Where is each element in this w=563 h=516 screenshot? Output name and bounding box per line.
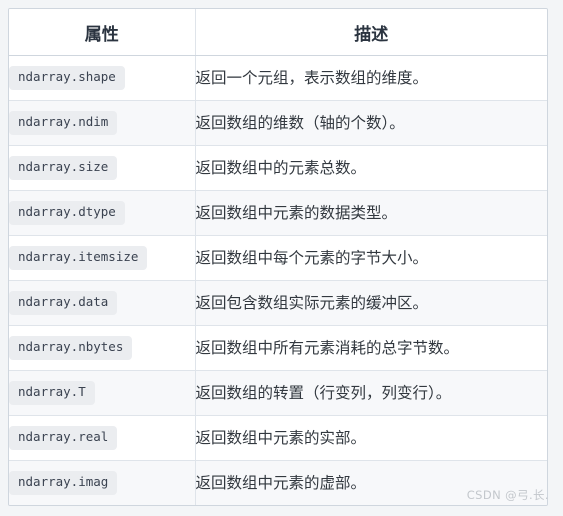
table-header-row: 属性 描述	[9, 9, 547, 56]
table-row: ndarray.dtype 返回数组中元素的数据类型。	[9, 190, 547, 236]
description-cell: 返回数组的维数（轴的个数）。	[195, 100, 547, 146]
code-chip: ndarray.nbytes	[9, 336, 133, 360]
description-cell: 返回数组中所有元素消耗的总字节数。	[195, 325, 547, 371]
code-chip: ndarray.ndim	[9, 111, 118, 135]
code-chip: ndarray.size	[9, 156, 118, 180]
code-chip: ndarray.dtype	[9, 201, 125, 225]
table-row: ndarray.shape 返回一个元组，表示数组的维度。	[9, 55, 547, 101]
table-row: ndarray.T 返回数组的转置（行变列，列变行）。	[9, 370, 547, 416]
description-cell: 返回数组中每个元素的字节大小。	[195, 235, 547, 281]
attribute-cell: ndarray.dtype	[9, 190, 196, 236]
attribute-cell: ndarray.itemsize	[9, 235, 196, 281]
attribute-cell: ndarray.size	[9, 145, 196, 191]
description-cell: 返回数组的转置（行变列，列变行）。	[195, 370, 547, 416]
column-header-description: 描述	[195, 9, 547, 56]
column-header-attribute: 属性	[9, 9, 196, 56]
code-chip: ndarray.shape	[9, 66, 125, 90]
description-cell: 返回数组中元素的虚部。	[195, 460, 547, 505]
table-row: ndarray.real 返回数组中元素的实部。	[9, 415, 547, 461]
attribute-cell: ndarray.real	[9, 415, 196, 461]
table-row: ndarray.ndim 返回数组的维数（轴的个数）。	[9, 100, 547, 146]
attribute-cell: ndarray.nbytes	[9, 325, 196, 371]
table-row: ndarray.nbytes 返回数组中所有元素消耗的总字节数。	[9, 325, 547, 371]
ndarray-attributes-table: 属性 描述 ndarray.shape 返回一个元组，表示数组的维度。 ndar…	[9, 9, 547, 505]
code-chip: ndarray.imag	[9, 471, 118, 495]
description-cell: 返回数组中的元素总数。	[195, 145, 547, 191]
attribute-cell: ndarray.T	[9, 370, 196, 416]
table-body: ndarray.shape 返回一个元组，表示数组的维度。 ndarray.nd…	[9, 55, 547, 505]
attribute-cell: ndarray.ndim	[9, 100, 196, 146]
description-cell: 返回一个元组，表示数组的维度。	[195, 55, 547, 101]
table-row: ndarray.imag 返回数组中元素的虚部。	[9, 460, 547, 505]
attribute-cell: ndarray.data	[9, 280, 196, 326]
attribute-cell: ndarray.imag	[9, 460, 196, 505]
table-row: ndarray.size 返回数组中的元素总数。	[9, 145, 547, 191]
code-chip: ndarray.itemsize	[9, 246, 148, 270]
table-row: ndarray.itemsize 返回数组中每个元素的字节大小。	[9, 235, 547, 281]
code-chip: ndarray.real	[9, 426, 118, 450]
attribute-cell: ndarray.shape	[9, 55, 196, 101]
description-cell: 返回包含数组实际元素的缓冲区。	[195, 280, 547, 326]
table-row: ndarray.data 返回包含数组实际元素的缓冲区。	[9, 280, 547, 326]
table-header: 属性 描述	[9, 9, 547, 56]
code-chip: ndarray.T	[9, 381, 95, 405]
ndarray-attributes-table-container: 属性 描述 ndarray.shape 返回一个元组，表示数组的维度。 ndar…	[8, 8, 548, 506]
description-cell: 返回数组中元素的实部。	[195, 415, 547, 461]
code-chip: ndarray.data	[9, 291, 118, 315]
description-cell: 返回数组中元素的数据类型。	[195, 190, 547, 236]
